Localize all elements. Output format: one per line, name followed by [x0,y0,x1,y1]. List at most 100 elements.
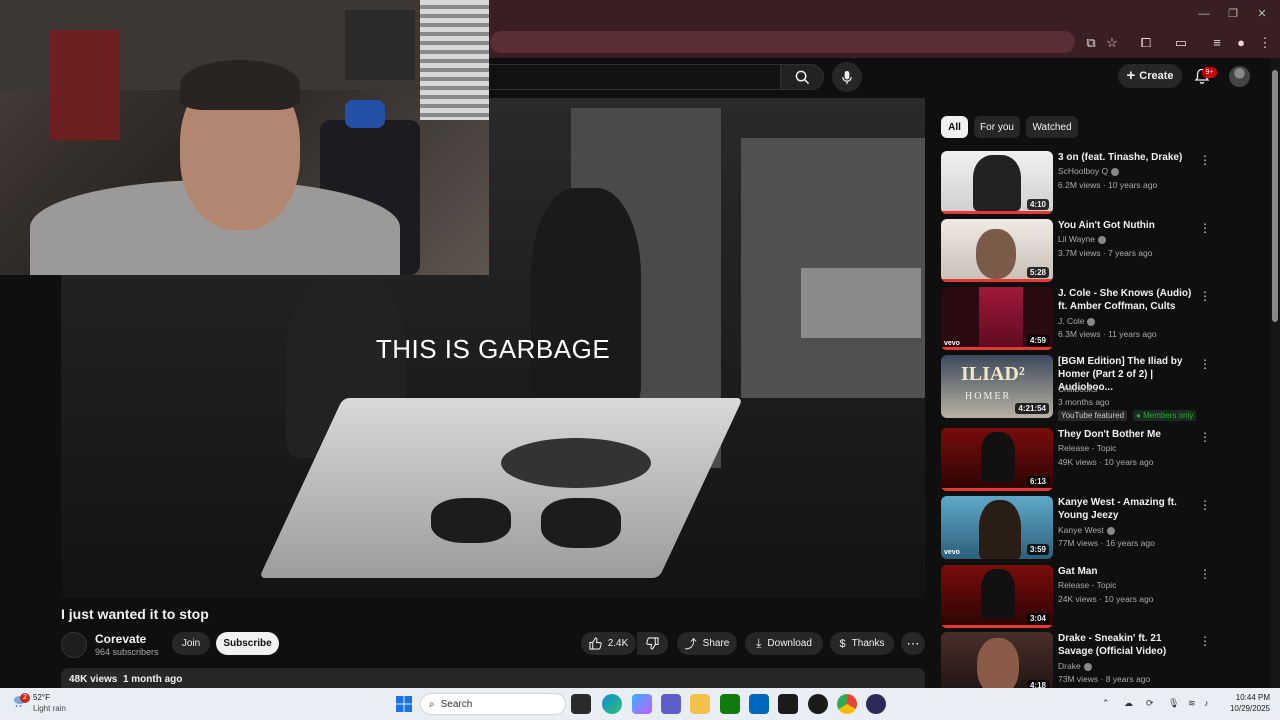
more-options-icon[interactable]: ⋮ [1199,567,1211,581]
join-button[interactable]: Join [172,632,210,655]
video-thumbnail[interactable]: vevo 3:59 [941,496,1053,559]
video-thumbnail[interactable]: 6:13 [941,428,1053,491]
chrome-icon[interactable] [837,694,857,714]
recommendation-item[interactable]: vevo 3:59 Kanye West - Amazing ft. Young… [941,496,1231,560]
cam-cap [345,100,385,128]
more-options-icon[interactable]: ⋮ [1199,634,1211,648]
recommendation-title[interactable]: Drake - Sneakin' ft. 21 Savage (Official… [1058,632,1198,658]
recommendation-title[interactable]: Kanye West - Amazing ft. Young Jeezy [1058,496,1198,522]
chip-all[interactable]: All [941,116,968,138]
reading-list-icon[interactable]: ≡ [1208,34,1226,52]
voice-search-button[interactable] [832,62,862,92]
close-button[interactable]: ✕ [1251,6,1273,22]
volume-icon[interactable]: ♪ [1204,698,1209,708]
wifi-icon[interactable]: ≋ [1188,698,1196,709]
recommendation-item[interactable]: 5:28 You Ain't Got Nuthin Lil Wayne 3.7M… [941,219,1231,283]
recommendation-channel[interactable]: ScHoolboy Q [1058,166,1120,176]
video-thumbnail[interactable]: 5:28 [941,219,1053,282]
recommendation-channel[interactable]: Lil Wayne [1058,234,1107,244]
recommendation-item[interactable]: vevo 4:59 J. Cole - She Knows (Audio) ft… [941,287,1231,351]
more-options-icon[interactable]: ⋮ [1199,153,1211,167]
edge-browser-icon[interactable] [602,694,622,714]
video-thumbnail[interactable]: vevo 4:59 [941,287,1053,350]
split-view-icon[interactable]: ▭ [1172,34,1190,52]
download-button[interactable]: ⤓ Download [745,632,823,655]
tray-overflow-icon[interactable]: ⌃ [1102,698,1110,709]
recommendation-item[interactable]: 4:18 Drake - Sneakin' ft. 21 Savage (Off… [941,632,1231,688]
more-actions-button[interactable]: ⋯ [901,632,925,655]
more-options-icon[interactable]: ⋮ [1199,357,1211,371]
like-button[interactable]: 2.4K [581,632,636,655]
address-bar[interactable] [490,31,1075,53]
windows-start-icon[interactable] [394,694,414,714]
weather-temperature[interactable]: 52°F [33,693,50,702]
recommendation-title[interactable]: J. Cole - She Knows (Audio) ft. Amber Co… [1058,287,1198,313]
scrollbar-thumb[interactable] [1272,70,1278,322]
search-input[interactable] [481,65,780,89]
video-duration: 4:10 [1026,199,1049,210]
more-options-icon[interactable]: ⋮ [1199,430,1211,444]
more-options-icon[interactable]: ⋮ [1199,221,1211,235]
video-thumbnail[interactable]: 3:04 [941,565,1053,628]
tray-app-icon[interactable]: ☁ [1124,698,1133,709]
teams-icon[interactable] [661,694,681,714]
xbox-icon[interactable] [720,694,740,714]
search-button[interactable] [780,64,824,90]
account-avatar[interactable] [1229,66,1250,87]
recommendation-channel[interactable]: Drake [1058,661,1092,671]
recommendation-item[interactable]: 3:04 Gat Man Release - Topic 24K views ·… [941,565,1231,629]
recommendation-title[interactable]: You Ain't Got Nuthin [1058,219,1198,232]
recommendation-channel[interactable]: Kanye West [1058,525,1115,535]
chip-for-you[interactable]: For you [974,116,1020,138]
microphone-tray-icon[interactable]: 🎙 [1168,698,1179,709]
more-options-icon[interactable]: ⋮ [1199,498,1211,512]
recommendation-item[interactable]: 6:13 They Don't Bother Me Release - Topi… [941,428,1231,492]
channel-name[interactable]: Corevate [95,632,146,646]
file-explorer-icon[interactable] [690,694,710,714]
dislike-button[interactable] [637,632,668,655]
obs-icon[interactable] [808,694,828,714]
verified-icon [1111,167,1120,176]
scene-belt [501,438,651,488]
bookmark-star-icon[interactable]: ☆ [1103,34,1121,52]
install-app-icon[interactable]: ⧉ [1082,34,1100,52]
channel-avatar[interactable] [61,632,87,658]
chip-watched[interactable]: Watched [1026,116,1078,138]
app-icon[interactable] [866,694,886,714]
task-view-icon[interactable] [571,694,591,714]
taskbar-date[interactable]: 10/29/2025 [1224,704,1270,713]
minimize-button[interactable]: — [1193,6,1215,22]
create-button[interactable]: + Create [1118,64,1182,88]
recommendation-channel[interactable]: Release - Topic [1058,580,1116,590]
recommendation-channel[interactable]: Release - Topic [1058,443,1116,453]
verified-icon [1083,662,1092,671]
taskbar-time[interactable]: 10:44 PM [1232,693,1270,702]
recommendation-item[interactable]: 4:10 3 on (feat. Tinashe, Drake) ScHoolb… [941,151,1231,215]
restore-button[interactable]: ❐ [1222,6,1244,22]
share-button[interactable]: ⤴ Share [677,632,737,655]
recommendation-title[interactable]: Gat Man [1058,565,1198,578]
recommendation-title[interactable]: They Don't Bother Me [1058,428,1198,441]
video-thumbnail[interactable]: ILIAD² HOMER 4:21:54 [941,355,1053,418]
copilot-icon[interactable] [632,694,652,714]
recommendation-channel[interactable]: J. Cole [1058,316,1096,326]
profile-icon[interactable]: ● [1232,34,1250,52]
recommendation-channel[interactable]: Chilibooks [1058,384,1097,394]
upload-age: 1 month ago [122,674,183,685]
microsoft-store-icon[interactable] [749,694,769,714]
taskbar-search[interactable]: ⌕ Search [420,693,566,715]
recommendation-title[interactable]: 3 on (feat. Tinashe, Drake) [1058,151,1198,164]
more-options-icon[interactable]: ⋮ [1199,289,1211,303]
subscribe-button[interactable]: Subscribe [216,632,279,655]
weather-description[interactable]: Light rain [33,704,66,713]
extensions-icon[interactable]: ⧠ [1137,34,1155,52]
recommendation-item[interactable]: ILIAD² HOMER 4:21:54 [BGM Edition] The I… [941,355,1231,423]
like-count: 2.4K [607,638,629,649]
tray-app-icon[interactable]: ⟳ [1146,698,1154,709]
video-thumbnail[interactable]: 4:18 [941,632,1053,688]
video-thumbnail[interactable]: 4:10 [941,151,1053,214]
search-box[interactable] [480,64,780,90]
steam-icon[interactable] [778,694,798,714]
thanks-button[interactable]: $ Thanks [830,632,894,655]
menu-dots-icon[interactable]: ⋮ [1256,34,1274,52]
